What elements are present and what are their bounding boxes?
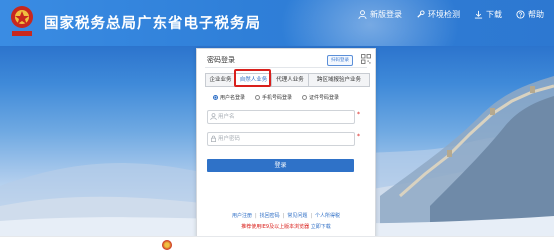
faq-link[interactable]: 常见问题 — [287, 213, 307, 219]
browser-notice: 推荐使用IE9及以上版本浏览器 立即下载 — [197, 223, 375, 230]
radio-username[interactable]: 用户名登录 — [213, 94, 245, 101]
radio-id-number-label: 证件号码登录 — [309, 95, 340, 101]
site-title: 国家税务总局广东省电子税务局 — [44, 16, 261, 32]
tab-cross-region[interactable]: 跨区域报验户业务 — [308, 73, 370, 87]
card-divider — [205, 67, 367, 68]
link-separator: | — [282, 213, 285, 219]
radio-phone[interactable]: 手机号码登录 — [255, 94, 292, 101]
password-input[interactable] — [218, 133, 348, 145]
radio-dot — [255, 95, 261, 100]
tax-emblem-icon — [11, 6, 33, 36]
download-label: 下载 — [486, 10, 502, 19]
tab-agent[interactable]: 代理人业务 — [271, 73, 309, 87]
environment-check-link[interactable]: 环境检测 — [416, 9, 460, 20]
qr-code-icon[interactable] — [361, 54, 371, 64]
link-separator: | — [254, 213, 257, 219]
wrench-icon — [417, 10, 425, 18]
new-login-link[interactable]: 新版登录 — [358, 9, 402, 20]
username-field — [207, 110, 355, 124]
lock-icon — [211, 135, 216, 142]
login-card: 密码登录 扫码登录 企业业务 自然人业务 代理人业务 跨区域报验户业务 用户名登… — [196, 48, 376, 238]
top-nav: 新版登录 环境检测 下载 帮助 — [358, 9, 544, 20]
emblem-icon — [162, 240, 172, 250]
user-icon — [210, 113, 217, 120]
environment-check-label: 环境检测 — [428, 10, 460, 19]
login-button[interactable]: 登录 — [207, 159, 354, 172]
tab-enterprise[interactable]: 企业业务 — [205, 73, 236, 87]
business-tabs: 企业业务 自然人业务 代理人业务 跨区域报验户业务 — [205, 73, 370, 87]
user-icon — [358, 10, 367, 19]
page-footer — [0, 236, 554, 251]
radio-username-label: 用户名登录 — [220, 95, 246, 101]
new-login-label: 新版登录 — [370, 10, 402, 19]
login-mode-group: 用户名登录 手机号码登录 证件号码登录 — [213, 94, 339, 101]
radio-dot-selected — [213, 95, 218, 100]
tab-highlight-box — [234, 69, 271, 87]
help-label: 帮助 — [528, 10, 544, 19]
bottom-links: 用户注册 | 找回密码 | 常见问题 | 个人所得税 — [197, 212, 375, 219]
header-glow — [280, 0, 460, 46]
recover-password-link[interactable]: 找回密码 — [260, 213, 280, 219]
link-separator: | — [310, 213, 313, 219]
radio-phone-label: 手机号码登录 — [262, 95, 293, 101]
username-input[interactable] — [218, 111, 348, 123]
radio-id-number[interactable]: 证件号码登录 — [302, 94, 339, 101]
radio-dot — [302, 95, 308, 100]
login-title: 密码登录 — [207, 56, 235, 64]
username-required-mark: * — [357, 111, 360, 118]
scan-login-button[interactable]: 扫码登录 — [327, 55, 353, 66]
personal-income-tax-link[interactable]: 个人所得税 — [315, 213, 340, 219]
help-icon — [516, 10, 525, 19]
help-link[interactable]: 帮助 — [516, 9, 544, 20]
register-link[interactable]: 用户注册 — [232, 213, 252, 219]
download-icon — [474, 10, 483, 19]
password-required-mark: * — [357, 133, 360, 140]
download-link[interactable]: 下载 — [474, 9, 502, 20]
site-header: 国家税务总局广东省电子税务局 新版登录 环境检测 下载 帮助 — [0, 0, 554, 46]
password-field — [207, 132, 355, 146]
download-now-link[interactable]: 立即下载 — [311, 224, 331, 230]
browser-notice-text: 推荐使用IE9及以上版本浏览器 — [241, 224, 310, 230]
